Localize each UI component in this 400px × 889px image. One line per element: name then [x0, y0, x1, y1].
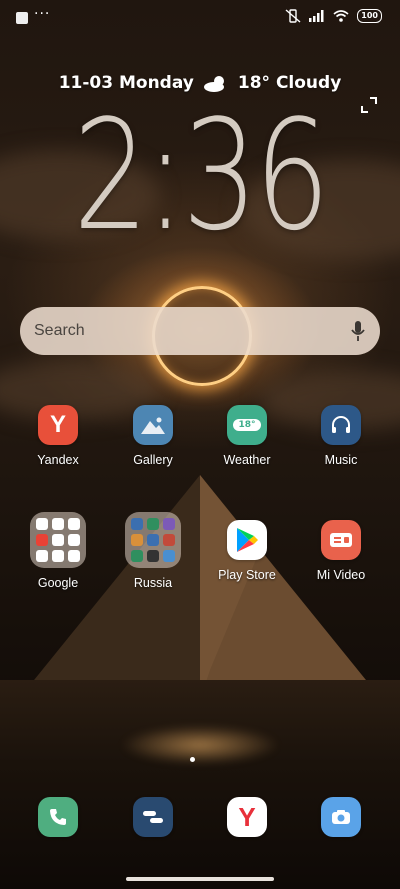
dock-camera[interactable] — [301, 797, 381, 837]
app-gallery[interactable]: Gallery — [113, 405, 193, 467]
app-label: Google — [37, 576, 79, 590]
app-music[interactable]: Music — [301, 405, 381, 467]
app-label: Mi Video — [316, 568, 366, 582]
folder-icon — [125, 512, 181, 568]
battery-icon: 100 — [357, 9, 382, 23]
app-play-store[interactable]: Play Store — [207, 520, 287, 582]
microphone-icon[interactable] — [350, 320, 366, 342]
home-indicator[interactable] — [126, 877, 274, 881]
play-store-icon — [227, 520, 267, 560]
app-yandex[interactable]: Y Yandex — [18, 405, 98, 467]
dock-phone[interactable] — [18, 797, 98, 837]
camera-icon — [321, 797, 361, 837]
search-bar[interactable]: Search — [20, 307, 380, 355]
vibrate-icon — [285, 9, 301, 23]
app-weather[interactable]: 18° Weather — [207, 405, 287, 467]
app-label: Weather — [223, 453, 271, 467]
folder-icon — [30, 512, 86, 568]
gallery-icon — [133, 405, 173, 445]
page-indicator — [190, 757, 195, 762]
clock-widget[interactable]: 2:36 — [44, 96, 356, 256]
status-bar: ··· 100 — [0, 0, 400, 36]
dock-yandex-browser[interactable]: Y — [207, 797, 287, 837]
app-label: Russia — [133, 576, 173, 590]
folder-russia[interactable]: Russia — [113, 512, 193, 590]
phone-icon — [38, 797, 78, 837]
search-input[interactable]: Search — [34, 322, 350, 340]
app-label: Gallery — [133, 453, 173, 467]
weather-icon: 18° — [227, 405, 267, 445]
signal-icon — [309, 10, 324, 22]
dock-messages[interactable] — [113, 797, 193, 837]
wifi-icon — [333, 10, 349, 22]
app-label: Yandex — [37, 453, 79, 467]
app-label: Music — [324, 453, 358, 467]
more-notifications-icon: ··· — [34, 6, 51, 22]
folder-google[interactable]: Google — [18, 512, 98, 590]
yandex-icon: Y — [38, 405, 78, 445]
video-icon — [321, 520, 361, 560]
expand-icon[interactable] — [360, 96, 378, 114]
messages-icon — [133, 797, 173, 837]
app-label: Play Store — [218, 568, 276, 582]
notification-icon — [16, 12, 28, 24]
headphones-icon — [321, 405, 361, 445]
app-mi-video[interactable]: Mi Video — [301, 520, 381, 582]
yandex-browser-icon: Y — [227, 797, 267, 837]
